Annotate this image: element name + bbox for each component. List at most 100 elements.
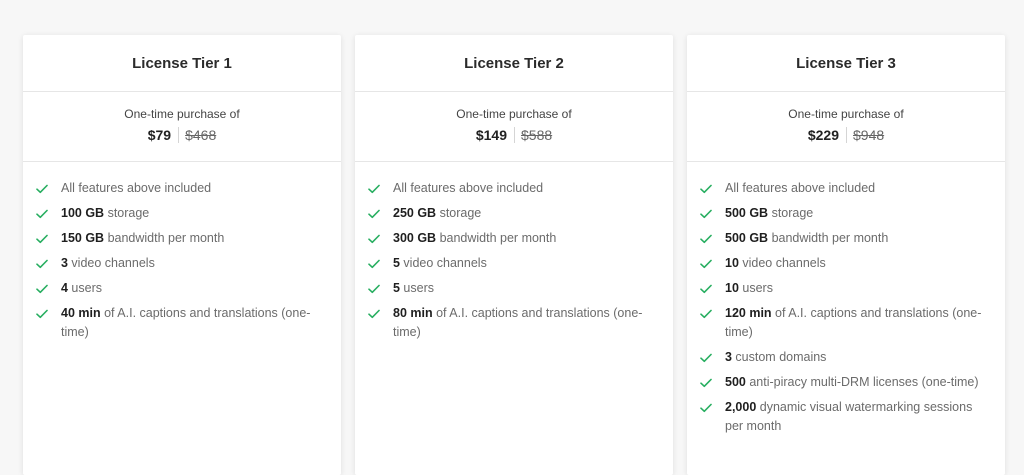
- feature-description: users: [399, 281, 434, 295]
- feature-highlight: 500: [725, 375, 746, 389]
- feature-item: 10 video channels: [700, 254, 991, 273]
- check-icon: [700, 254, 714, 273]
- check-icon: [368, 179, 382, 198]
- price-label: One-time purchase of: [788, 107, 904, 121]
- feature-highlight: 300 GB: [393, 231, 437, 245]
- check-icon: [36, 254, 50, 273]
- check-icon: [36, 204, 50, 223]
- feature-item: 4 users: [36, 279, 327, 298]
- price-row: $149 $588: [476, 127, 552, 143]
- feature-item: 40 min of A.I. captions and translations…: [36, 304, 327, 342]
- price-block: One-time purchase of $229 $948: [687, 92, 1005, 162]
- tier-title: License Tier 1: [23, 35, 341, 92]
- feature-text: 120 min of A.I. captions and translation…: [725, 304, 991, 342]
- check-icon: [36, 279, 50, 298]
- feature-highlight: 5: [393, 281, 400, 295]
- price-row: $229 $948: [808, 127, 884, 143]
- check-icon: [368, 254, 382, 273]
- price-label: One-time purchase of: [124, 107, 240, 121]
- feature-highlight: 3: [725, 350, 732, 364]
- feature-description: bandwidth per month: [768, 231, 889, 245]
- feature-description: bandwidth per month: [104, 231, 225, 245]
- feature-item: All features above included: [700, 179, 991, 198]
- feature-highlight: 40 min: [61, 306, 101, 320]
- feature-highlight: 10: [725, 281, 739, 295]
- check-icon: [700, 229, 714, 248]
- feature-highlight: 250 GB: [393, 206, 437, 220]
- check-icon: [700, 204, 714, 223]
- feature-text: All features above included: [61, 179, 327, 198]
- feature-item: 3 video channels: [36, 254, 327, 273]
- feature-description: anti-piracy multi-DRM licenses (one-time…: [745, 375, 979, 389]
- feature-item: All features above included: [368, 179, 659, 198]
- feature-highlight: 120 min: [725, 306, 772, 320]
- check-icon: [700, 398, 714, 417]
- feature-item: 500 GB bandwidth per month: [700, 229, 991, 248]
- feature-list: All features above included 250 GB storag…: [355, 162, 673, 342]
- check-icon: [368, 304, 382, 323]
- price-label: One-time purchase of: [456, 107, 572, 121]
- feature-description: users: [67, 281, 102, 295]
- check-icon: [700, 179, 714, 198]
- current-price: $79: [148, 127, 180, 143]
- feature-text: 500 GB storage: [725, 204, 991, 223]
- feature-description: bandwidth per month: [436, 231, 557, 245]
- feature-description: storage: [436, 206, 482, 220]
- pricing-cards: License Tier 1 One-time purchase of $79 …: [23, 35, 1005, 475]
- feature-text: 80 min of A.I. captions and translations…: [393, 304, 659, 342]
- feature-text: 10 video channels: [725, 254, 991, 273]
- feature-text: 5 users: [393, 279, 659, 298]
- feature-description: video channels: [399, 256, 487, 270]
- feature-item: 120 min of A.I. captions and translation…: [700, 304, 991, 342]
- feature-text: 2,000 dynamic visual watermarking sessio…: [725, 398, 991, 436]
- feature-highlight: 5: [393, 256, 400, 270]
- pricing-card: License Tier 2 One-time purchase of $149…: [355, 35, 673, 475]
- feature-text: 5 video channels: [393, 254, 659, 273]
- check-icon: [700, 348, 714, 367]
- feature-description: users: [738, 281, 773, 295]
- feature-text: 3 custom domains: [725, 348, 991, 367]
- feature-item: 2,000 dynamic visual watermarking sessio…: [700, 398, 991, 436]
- feature-text: All features above included: [725, 179, 991, 198]
- feature-description: storage: [104, 206, 150, 220]
- feature-description: storage: [768, 206, 814, 220]
- feature-description: video channels: [67, 256, 155, 270]
- feature-item: All features above included: [36, 179, 327, 198]
- check-icon: [368, 279, 382, 298]
- feature-description: dynamic visual watermarking sessions per…: [725, 400, 973, 433]
- feature-highlight: 80 min: [393, 306, 433, 320]
- current-price: $149: [476, 127, 515, 143]
- feature-description: All features above included: [61, 181, 212, 195]
- feature-text: 4 users: [61, 279, 327, 298]
- feature-item: 150 GB bandwidth per month: [36, 229, 327, 248]
- check-icon: [368, 204, 382, 223]
- feature-highlight: 500 GB: [725, 206, 769, 220]
- tier-title: License Tier 3: [687, 35, 1005, 92]
- original-price: $588: [521, 127, 553, 143]
- feature-text: 40 min of A.I. captions and translations…: [61, 304, 327, 342]
- feature-description: video channels: [738, 256, 826, 270]
- check-icon: [36, 179, 50, 198]
- feature-highlight: 500 GB: [725, 231, 769, 245]
- feature-text: 250 GB storage: [393, 204, 659, 223]
- tier-title: License Tier 2: [355, 35, 673, 92]
- feature-text: 3 video channels: [61, 254, 327, 273]
- feature-highlight: 4: [61, 281, 68, 295]
- feature-highlight: 100 GB: [61, 206, 105, 220]
- feature-highlight: 3: [61, 256, 68, 270]
- pricing-card: License Tier 3 One-time purchase of $229…: [687, 35, 1005, 475]
- feature-text: 300 GB bandwidth per month: [393, 229, 659, 248]
- current-price: $229: [808, 127, 847, 143]
- feature-item: 250 GB storage: [368, 204, 659, 223]
- feature-list: All features above included 500 GB storag…: [687, 162, 1005, 436]
- original-price: $948: [853, 127, 885, 143]
- feature-text: 150 GB bandwidth per month: [61, 229, 327, 248]
- price-row: $79 $468: [148, 127, 216, 143]
- price-block: One-time purchase of $79 $468: [23, 92, 341, 162]
- feature-list: All features above included 100 GB storag…: [23, 162, 341, 342]
- feature-item: 80 min of A.I. captions and translations…: [368, 304, 659, 342]
- pricing-card: License Tier 1 One-time purchase of $79 …: [23, 35, 341, 475]
- feature-description: custom domains: [731, 350, 827, 364]
- feature-description: All features above included: [725, 181, 876, 195]
- feature-highlight: 2,000: [725, 400, 757, 414]
